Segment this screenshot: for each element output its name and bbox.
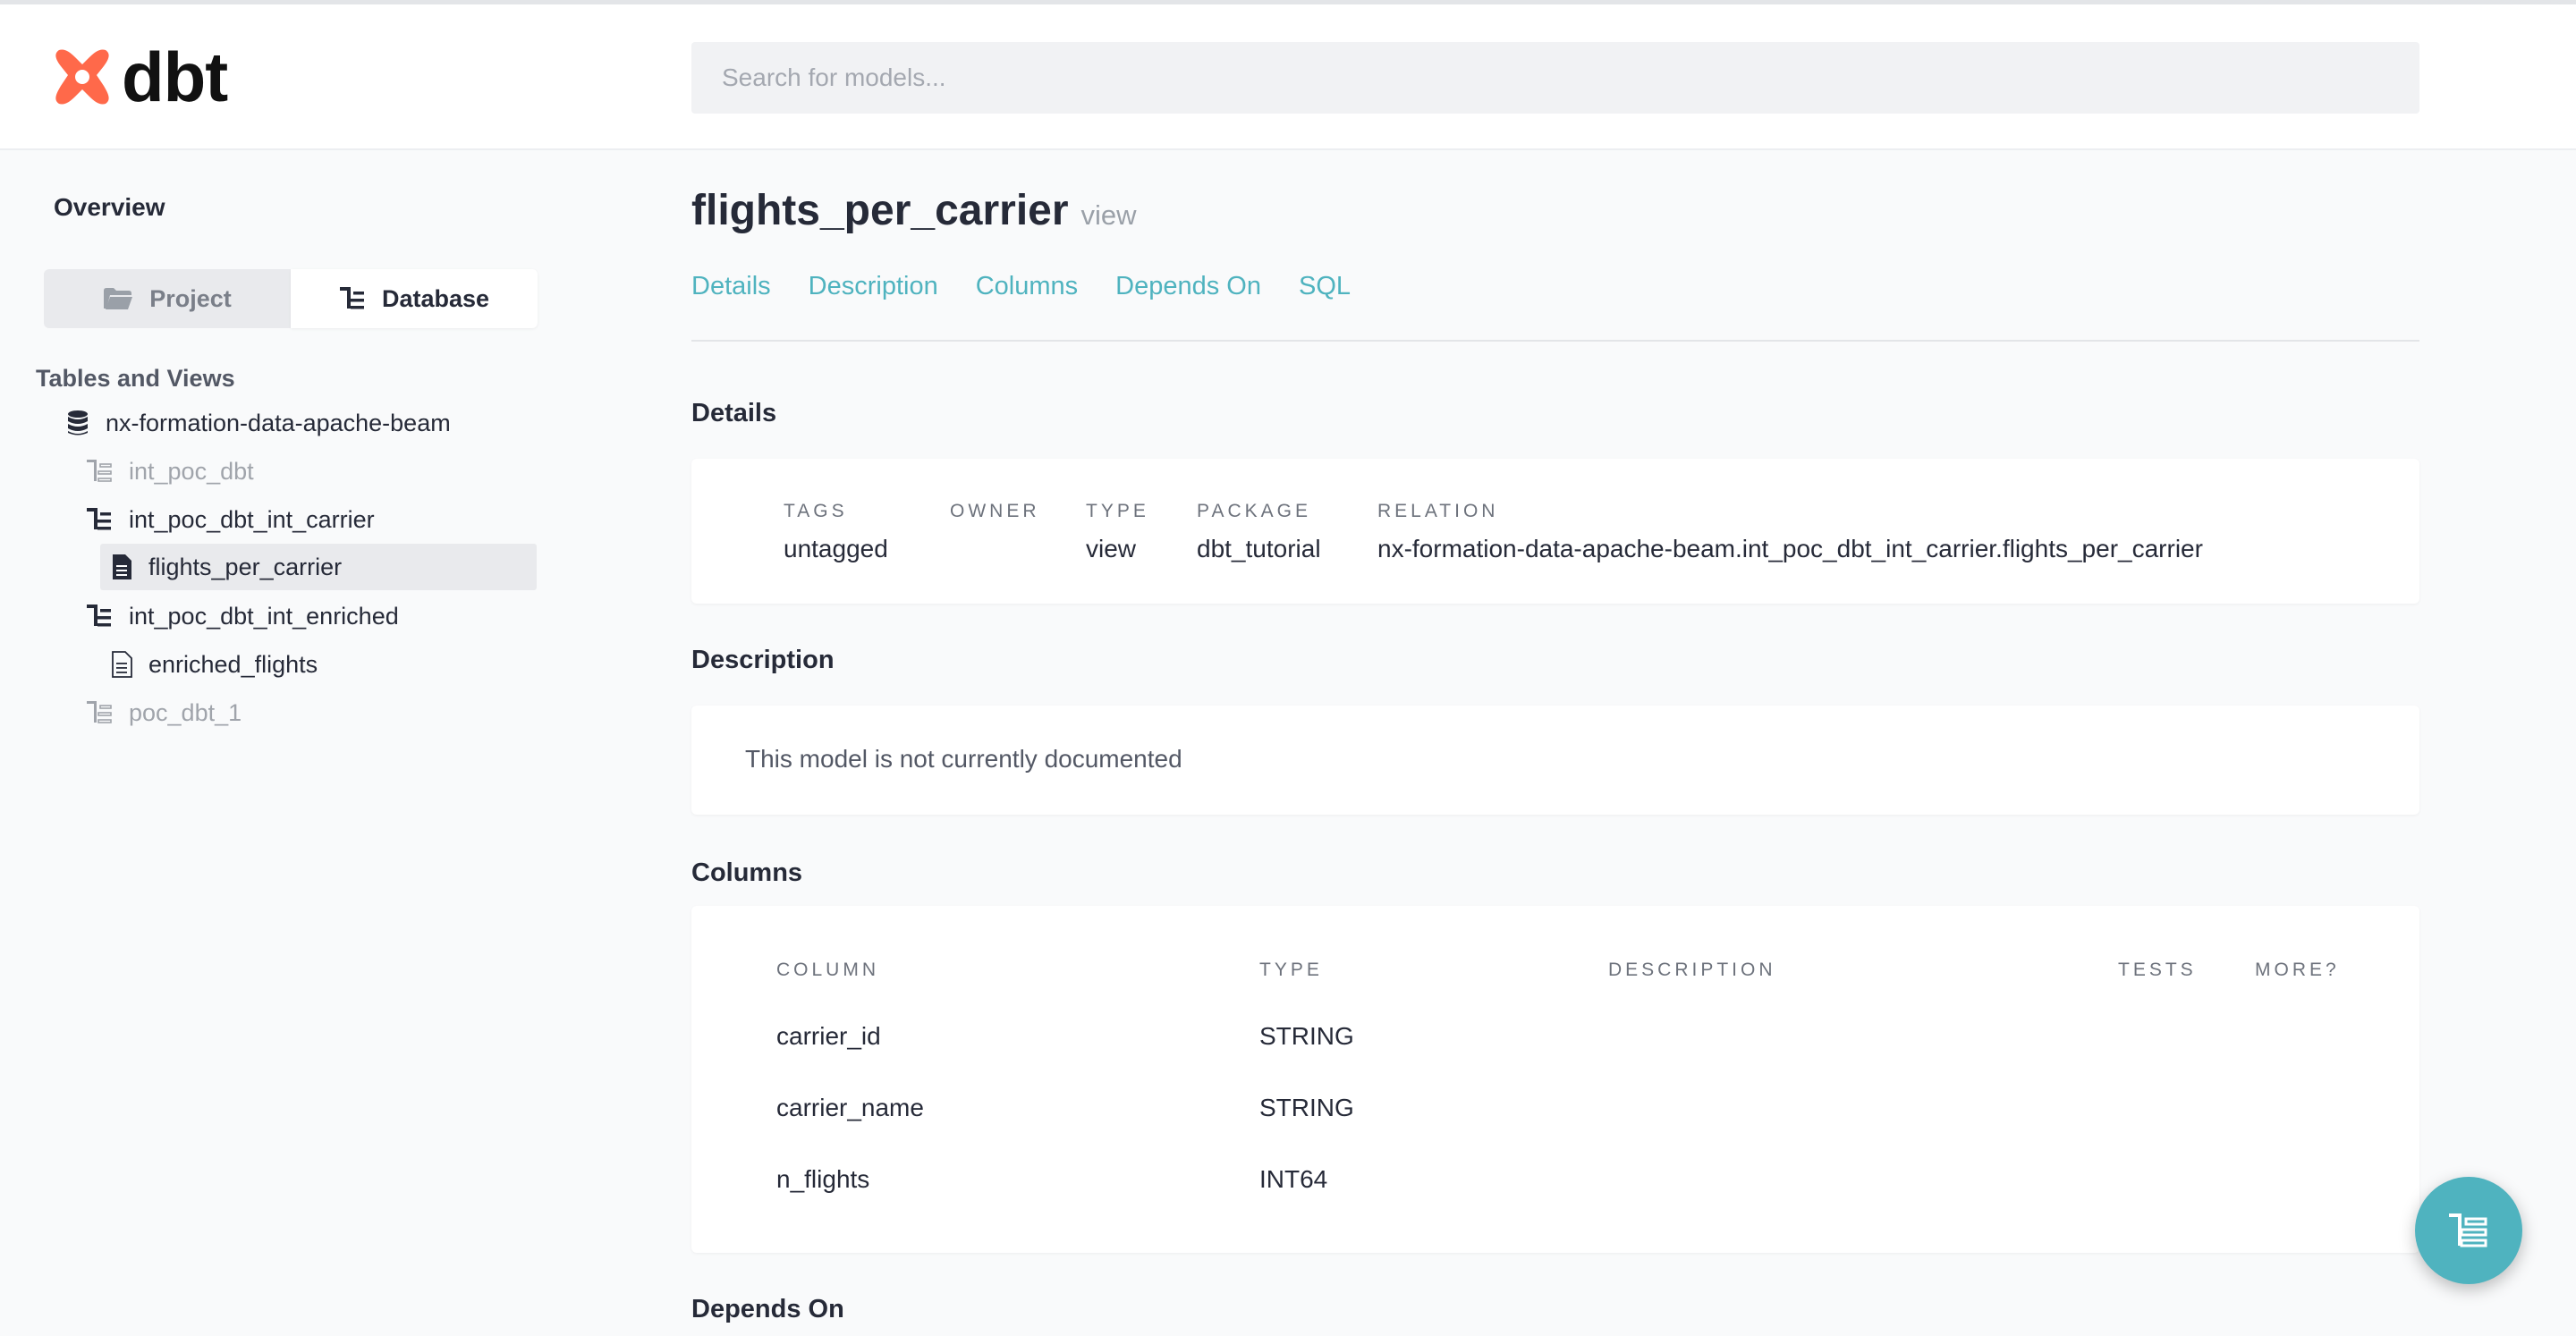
- column-header: TESTS: [2118, 960, 2197, 980]
- column-header: COLUMN: [776, 960, 880, 980]
- header: dbt: [0, 4, 2576, 150]
- description-card: This model is not currently documented: [691, 706, 2419, 815]
- tree-item-model[interactable]: enriched_flights: [111, 641, 318, 688]
- detail-package: PACKAGE dbt_tutorial: [1197, 501, 1321, 563]
- tree-item-database[interactable]: nx-formation-data-apache-beam: [66, 400, 451, 446]
- detail-value: view: [1086, 535, 1137, 562]
- column-type-cell: INT64: [1259, 1165, 1328, 1193]
- overview-link[interactable]: Overview: [54, 193, 165, 222]
- detail-relation: RELATION nx-formation-data-apache-beam.i…: [1377, 501, 2203, 563]
- section-tabs: Details Description Columns Depends On S…: [691, 272, 1351, 301]
- detail-value: untagged: [784, 535, 888, 562]
- column-name-cell[interactable]: n_flights: [776, 1165, 869, 1194]
- details-card: TAGS untagged OWNER TYPE view PACKAGE db…: [691, 459, 2419, 604]
- schema-tree-icon: [339, 287, 364, 309]
- detail-label: OWNER: [950, 501, 1040, 521]
- column-header: TYPE: [1259, 960, 1323, 980]
- schema-tree-icon: [87, 605, 111, 627]
- columns-card: COLUMN TYPE DESCRIPTION TESTS MORE? carr…: [691, 906, 2419, 1253]
- detail-label: RELATION: [1377, 501, 1499, 521]
- dbt-logo-icon: [55, 49, 109, 105]
- search-input[interactable]: [691, 42, 2419, 114]
- depends-on-heading: Depends On: [691, 1295, 844, 1323]
- column-header: DESCRIPTION: [1608, 960, 1776, 980]
- tables-and-views-heading: Tables and Views: [36, 365, 235, 392]
- tree-item-schema[interactable]: int_poc_dbt_int_carrier: [86, 496, 375, 543]
- tree-item-label: enriched_flights: [148, 650, 318, 678]
- tree-item-schema[interactable]: int_poc_dbt_int_enriched: [86, 593, 399, 639]
- detail-value: dbt_tutorial: [1197, 535, 1321, 562]
- tree-item-label: int_poc_dbt_int_carrier: [129, 505, 375, 533]
- tab-description[interactable]: Description: [809, 272, 938, 301]
- tree-item-label: flights_per_carrier: [148, 553, 343, 580]
- lineage-graph-icon: [2449, 1213, 2487, 1247]
- column-header: MORE?: [2255, 960, 2340, 980]
- document-filled-icon: [113, 554, 131, 579]
- columns-heading: Columns: [691, 858, 803, 887]
- database-tab-label: Database: [381, 284, 490, 312]
- tab-details[interactable]: Details: [691, 272, 771, 301]
- schema-tree-icon: [87, 460, 112, 482]
- tab-depends-on[interactable]: Depends On: [1115, 272, 1261, 301]
- document-outline-icon: [112, 651, 132, 678]
- column-name-cell[interactable]: carrier_id: [776, 1022, 881, 1051]
- model-name: flights_per_carrier: [691, 187, 1069, 234]
- tree-item-schema[interactable]: poc_dbt_1: [86, 689, 242, 736]
- model-kind: view: [1080, 199, 1137, 231]
- database-tab-button[interactable]: Database: [291, 269, 538, 328]
- project-tab-button[interactable]: Project: [44, 269, 291, 328]
- tree-item-label: int_poc_dbt: [129, 457, 254, 485]
- detail-owner: OWNER: [950, 501, 1040, 535]
- dbt-logo[interactable]: dbt: [50, 38, 228, 116]
- description-text: This model is not currently documented: [745, 745, 1182, 773]
- tabs-divider: [691, 340, 2419, 342]
- project-tab-label: Project: [149, 284, 232, 312]
- folder-icon: [104, 288, 133, 309]
- schema-tree-icon: [87, 508, 111, 530]
- tree-item-label: int_poc_dbt_int_enriched: [129, 602, 399, 630]
- tree-item-label: poc_dbt_1: [129, 698, 242, 726]
- project-database-switcher: Project Database: [44, 269, 538, 328]
- tab-sql[interactable]: SQL: [1299, 272, 1351, 301]
- database-icon: [68, 410, 88, 435]
- column-type-cell: STRING: [1259, 1022, 1354, 1050]
- detail-value: nx-formation-data-apache-beam.int_poc_db…: [1377, 535, 2203, 562]
- detail-tags: TAGS untagged: [784, 501, 888, 563]
- description-heading: Description: [691, 646, 835, 674]
- tree-item-model-selected[interactable]: flights_per_carrier: [100, 544, 537, 590]
- detail-label: TAGS: [784, 501, 848, 521]
- schema-tree-icon: [87, 701, 112, 723]
- tab-columns[interactable]: Columns: [976, 272, 1078, 301]
- page-title: flights_per_carrier view: [691, 186, 1137, 235]
- tree-item-label: nx-formation-data-apache-beam: [106, 409, 451, 436]
- detail-label: TYPE: [1086, 501, 1149, 521]
- tree-item-schema[interactable]: int_poc_dbt: [86, 448, 254, 495]
- column-type-cell: STRING: [1259, 1094, 1354, 1121]
- detail-label: PACKAGE: [1197, 501, 1311, 521]
- column-name-cell[interactable]: carrier_name: [776, 1094, 924, 1122]
- detail-type: TYPE view: [1086, 501, 1149, 563]
- lineage-graph-button[interactable]: [2415, 1177, 2522, 1284]
- dbt-logo-text: dbt: [122, 38, 228, 116]
- details-heading: Details: [691, 399, 777, 427]
